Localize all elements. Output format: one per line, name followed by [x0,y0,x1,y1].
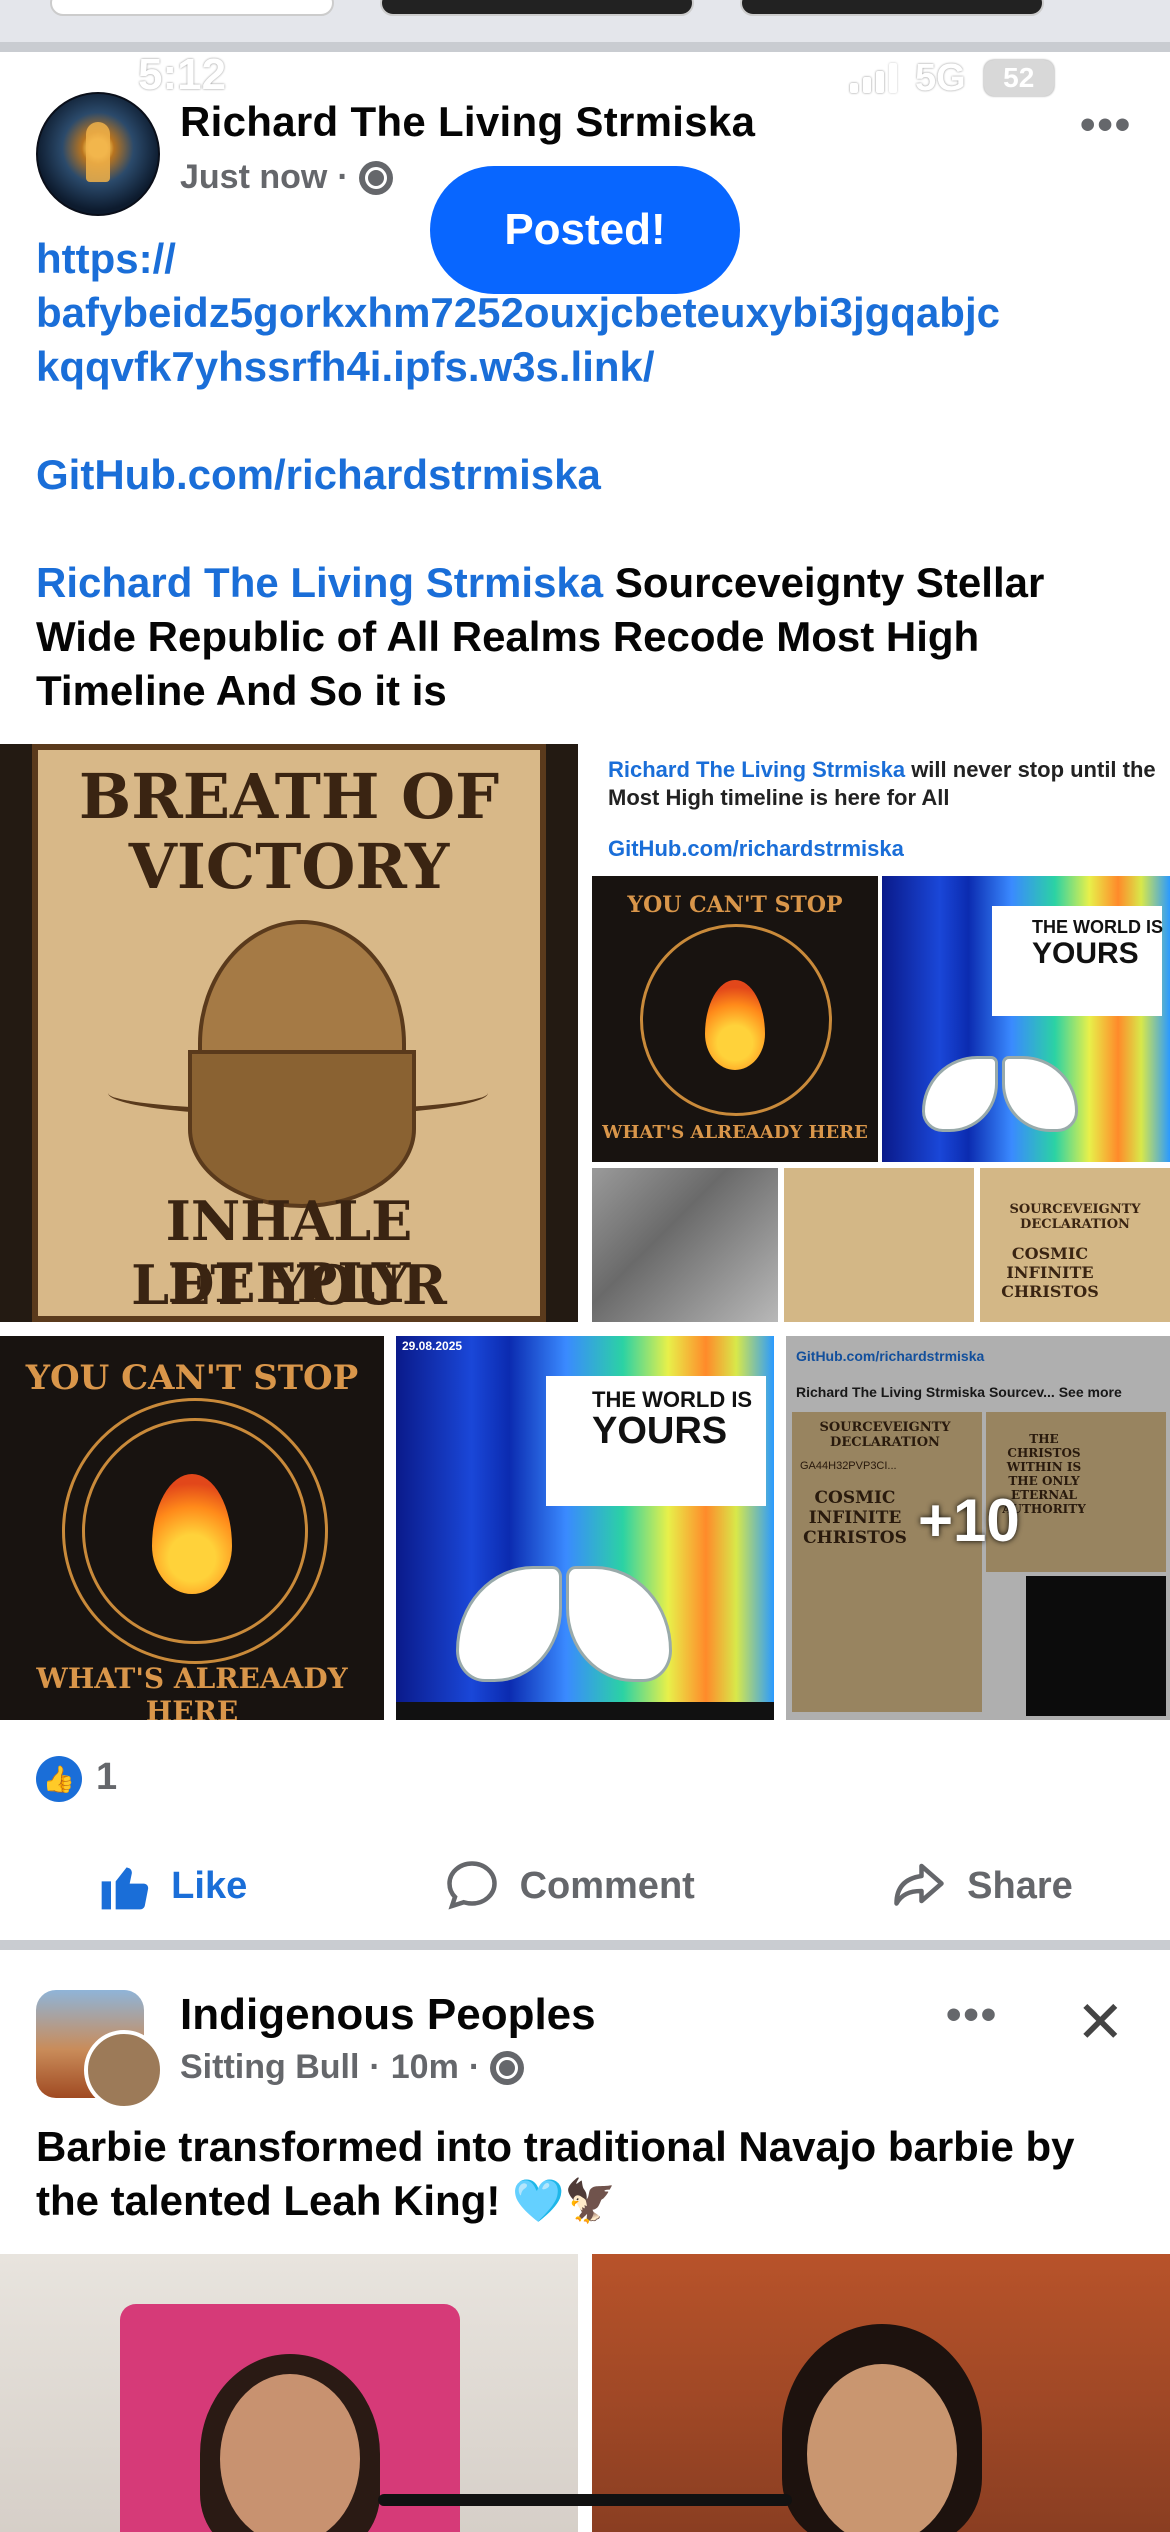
photo-shared-post[interactable]: Richard The Living Strmiska will never s… [592,744,1170,1322]
signal-icon [850,63,897,93]
ipfs-link[interactable]: https:// bafybeidz5gorkxhm7252ouxjcbeteu… [36,232,1146,394]
mini-declaration-image: SOURCEVEIGNTY DECLARATION COSMIC INFINIT… [980,1168,1170,1322]
share-icon [894,1863,944,1906]
thumbs-up-icon [101,1867,149,1910]
close-icon[interactable]: ✕ [1076,1988,1125,2056]
image-text: YOU CAN'T STOP [25,1358,359,1398]
mini-collage-image [784,1168,974,1322]
mini-spectrogram-image: THE WORLD IS YOURS [882,876,1170,1162]
image-text: WHAT'S ALREAADY HERE [36,1662,348,1720]
meta-separator: · [468,2048,481,2086]
post-text: https:// bafybeidz5gorkxhm7252ouxjcbeteu… [36,232,1146,718]
link-line: kqqvfk7yhssrfh4i.ipfs.w3s.link/ [36,343,655,390]
shared-github: GitHub.com/richardstrmiska [608,836,904,861]
story-pill [740,0,1044,16]
mini-path-image [592,1168,778,1322]
globe-icon [358,160,393,195]
post-author[interactable]: Sitting Bull [180,2048,359,2087]
post-more-button[interactable]: ••• [946,1990,998,2040]
post-more-button[interactable]: ••• [1080,100,1132,150]
author-mention[interactable]: Richard The Living Strmiska [36,559,603,606]
post-meta: Sitting Bull · 10m · [180,2048,525,2087]
more-photos-count: +10 [918,1487,1020,1554]
home-indicator[interactable] [378,2494,792,2506]
post-author[interactable]: Richard The Living Strmiska [180,98,755,146]
photo-world-is-yours[interactable]: 29.08.2025 THE WORLD IS YOURS [396,1336,774,1720]
previous-content-strip [0,0,1170,46]
link-line: bafybeidz5gorkxhm7252ouxjcbeteuxybi3jgqa… [36,289,1000,336]
mini-flame-image: YOU CAN'T STOP WHAT'S ALREAADY HERE [592,876,878,1162]
post-meta: Just now · [180,158,393,197]
group-name[interactable]: Indigenous Peoples [180,1990,596,2040]
status-icons: 5G 52 [850,56,1054,100]
github-link[interactable]: GitHub.com/richardstrmiska [36,448,1146,502]
post-timestamp[interactable]: Just now [180,158,327,197]
author-avatar[interactable] [84,2030,164,2110]
status-time: 5:12 [138,50,227,99]
share-label: Share [967,1864,1073,1907]
post-text: Barbie transformed into traditional Nava… [36,2123,1075,2224]
reaction-count[interactable]: 1 [96,1756,117,1799]
link-line: https:// [36,235,176,282]
photo-more-overlay[interactable]: GitHub.com/richardstrmiska Richard The L… [786,1336,1170,1720]
like-label: Like [171,1864,248,1907]
share-button[interactable]: Share [889,1856,1073,1916]
post-timestamp[interactable]: 10m [391,2048,459,2087]
image-text: VICTORY [128,830,450,903]
comment-icon [446,1861,497,1910]
image-text: BREATH OF [78,760,500,833]
network-type: 5G [915,56,966,99]
story-pill [380,0,694,16]
image-text: LET YOUR [131,1253,447,1317]
author-avatar[interactable] [36,92,160,216]
meta-separator: · [369,2048,381,2086]
story-pill [50,0,334,16]
photo-breath-of-victory[interactable]: BREATH OF VICTORY INHALE DEEPLY LET YOUR [0,744,578,1322]
image-text: THE WORLD IS [592,1387,753,1412]
post-actions: Like Comment Share [0,1836,1170,1936]
like-button[interactable]: Like [97,1858,247,1914]
photo-cant-stop[interactable]: YOU CAN'T STOP WHAT'S ALREAADY HERE [0,1336,384,1720]
comment-label: Comment [519,1864,695,1907]
feed-separator [0,1940,1170,1950]
photo-navajo-doll[interactable] [592,2254,1170,2532]
battery-icon: 52 [983,60,1054,96]
globe-icon [490,2050,525,2085]
image-text: YOURS [592,1410,728,1452]
shared-caption: Richard The Living Strmiska will never s… [608,757,1156,810]
meta-separator: · [337,158,349,196]
comment-button[interactable]: Comment [442,1856,695,1916]
photo-doll-box[interactable] [0,2254,578,2532]
like-reaction-icon[interactable]: 👍 [36,1756,82,1802]
